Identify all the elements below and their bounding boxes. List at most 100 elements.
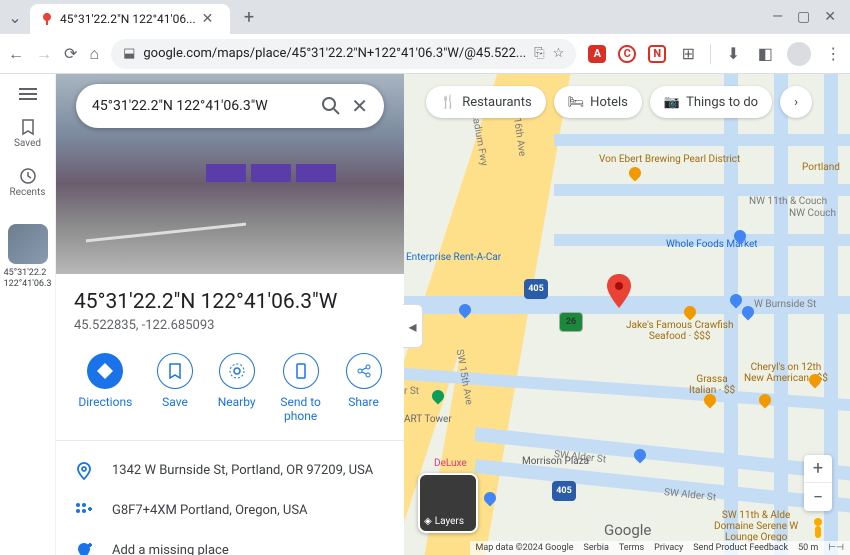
search-bar: ✕ bbox=[76, 84, 384, 128]
poi-jakes[interactable]: Jake's Famous Crawfish Seafood · $$$ bbox=[626, 320, 733, 342]
back-button[interactable]: ← bbox=[8, 44, 24, 64]
shield-i405-b: 405 bbox=[552, 481, 576, 501]
poi-domaine[interactable]: SW 11th & Alde Domaine Serene W Lounge O… bbox=[714, 510, 798, 543]
footer-terms[interactable]: Terms bbox=[619, 543, 644, 553]
recent-thumbnail[interactable]: 45°31'22.2 122°41'06.3 bbox=[0, 216, 55, 290]
address-row[interactable]: 1342 W Burnside St, Portland, OR 97209, … bbox=[56, 451, 404, 491]
browser-tab[interactable]: 45°31'22.2"N 122°41'06... ✕ bbox=[30, 4, 230, 34]
footer-scale: 50 m bbox=[798, 543, 818, 553]
road-nw-1 bbox=[554, 134, 850, 146]
chip-hotels[interactable]: 🛏Hotels bbox=[554, 86, 642, 118]
coordinates-decimal: 45.522835, -122.685093 bbox=[74, 318, 386, 333]
poi-art-tower: ART Tower bbox=[404, 414, 452, 425]
label-star: r St bbox=[404, 386, 419, 397]
google-logo: Google bbox=[604, 521, 651, 539]
kebab-menu-icon[interactable]: ⋮ bbox=[823, 44, 843, 63]
sidepanel-icon[interactable]: ◧ bbox=[755, 44, 775, 63]
forward-button[interactable]: → bbox=[36, 44, 52, 64]
layers-icon: ◈ bbox=[424, 516, 432, 527]
shield-i405-a: 405 bbox=[524, 279, 548, 299]
history-icon bbox=[19, 167, 37, 185]
pegman[interactable] bbox=[804, 515, 832, 543]
chevron-right-icon: › bbox=[794, 95, 798, 110]
restaurant-icon: 🍴 bbox=[440, 95, 456, 110]
zoom-out-button[interactable]: − bbox=[804, 483, 832, 511]
install-icon[interactable]: ⎘ bbox=[534, 46, 544, 61]
camera-icon: 📷 bbox=[664, 95, 680, 110]
poi-von-ebert[interactable]: Von Ebert Brewing Pearl District bbox=[599, 154, 740, 165]
bookmark-icon[interactable]: ☆ bbox=[553, 46, 565, 61]
poi-portland[interactable]: Portland bbox=[802, 162, 840, 173]
tab-title: 45°31'22.2"N 122°41'06... bbox=[60, 12, 196, 26]
clear-search-icon[interactable]: ✕ bbox=[351, 94, 368, 118]
poi-pin-vonebert[interactable] bbox=[627, 165, 644, 182]
streetview-thumb bbox=[8, 224, 48, 264]
new-tab-button[interactable]: + bbox=[236, 4, 262, 30]
map-canvas[interactable]: W Burnside St SW Alder St SW Alder St St… bbox=[404, 74, 850, 555]
extensions-icon[interactable]: ⊞ bbox=[678, 44, 698, 63]
tab-close-icon[interactable]: ✕ bbox=[202, 11, 214, 27]
tab-dropdown-chevron[interactable]: ⌄ bbox=[6, 8, 24, 27]
zoom-in-button[interactable]: + bbox=[804, 455, 832, 483]
label-nwcouch: NW Couch bbox=[789, 208, 836, 219]
pin-icon bbox=[74, 461, 94, 481]
saved-button[interactable]: Saved bbox=[14, 118, 41, 149]
footer-feedback[interactable]: Send Product Feedback bbox=[693, 543, 788, 553]
send-to-phone-button[interactable]: Send to phone bbox=[280, 353, 321, 424]
label-morrison: Morrison Plaza bbox=[522, 456, 589, 467]
poi-grassa[interactable]: Grassa Italian · $$ bbox=[689, 374, 735, 396]
menu-button[interactable] bbox=[19, 88, 37, 100]
footer-scalebar: ⊢⊣ bbox=[828, 543, 844, 553]
profile-avatar[interactable] bbox=[787, 42, 811, 66]
site-info-icon[interactable]: ⬓ bbox=[123, 46, 135, 61]
map-marker-primary[interactable] bbox=[606, 274, 632, 310]
search-icon[interactable] bbox=[321, 96, 341, 116]
footer-copyright: Map data ©2024 Google bbox=[476, 543, 574, 553]
chip-more[interactable]: › bbox=[780, 86, 812, 118]
minimize-icon[interactable]: — bbox=[772, 9, 783, 25]
directions-button[interactable]: Directions bbox=[78, 353, 132, 424]
phone-icon bbox=[293, 363, 309, 379]
separator bbox=[710, 44, 711, 64]
poi-deluxe[interactable]: DeLuxe bbox=[434, 458, 467, 469]
pluscode-row[interactable]: G8F7+4XM Portland, Oregon, USA bbox=[56, 491, 404, 531]
pluscode-icon bbox=[74, 501, 94, 521]
zoom-control: + − bbox=[804, 455, 832, 511]
chip-restaurants[interactable]: 🍴Restaurants bbox=[426, 86, 546, 118]
collapse-panel-button[interactable]: ◂ bbox=[403, 304, 423, 348]
label-nw11: NW 11th & Couch bbox=[749, 196, 827, 207]
save-button[interactable]: Save bbox=[157, 353, 193, 424]
ext-icon-3[interactable]: N bbox=[648, 45, 666, 63]
road-nw-2 bbox=[554, 184, 850, 196]
ext-icon-2[interactable]: C bbox=[618, 45, 636, 63]
downloads-icon[interactable]: ⬇ bbox=[723, 44, 743, 63]
url-text: google.com/maps/place/45°31'22.2"N+122°4… bbox=[143, 46, 526, 61]
layers-button[interactable]: ◈Layers bbox=[418, 473, 478, 533]
chip-things[interactable]: 📷Things to do bbox=[650, 86, 772, 118]
search-input[interactable] bbox=[92, 98, 311, 114]
footer-privacy[interactable]: Privacy bbox=[654, 543, 683, 553]
share-button[interactable]: Share bbox=[346, 353, 382, 424]
share-icon bbox=[356, 363, 372, 379]
label-burnside: W Burnside St bbox=[754, 299, 816, 310]
close-window-icon[interactable]: ✕ bbox=[824, 9, 836, 25]
maximize-icon[interactable]: ▢ bbox=[797, 9, 810, 25]
reload-button[interactable]: ⟳ bbox=[64, 44, 77, 63]
road-13th bbox=[724, 74, 738, 555]
save-icon bbox=[167, 363, 183, 379]
omnibox[interactable]: ⬓ google.com/maps/place/45°31'22.2"N+122… bbox=[111, 39, 576, 69]
add-place-icon bbox=[74, 541, 94, 555]
map-footer: Map data ©2024 Google Serbia Terms Priva… bbox=[470, 541, 850, 555]
nearby-button[interactable]: Nearby bbox=[218, 353, 256, 424]
browser-chrome: ⌄ 45°31'22.2"N 122°41'06... ✕ + — ▢ ✕ ← … bbox=[0, 0, 850, 74]
bookmark-outline-icon bbox=[19, 118, 37, 136]
footer-region[interactable]: Serbia bbox=[584, 543, 609, 553]
ext-icon-1[interactable]: A bbox=[588, 45, 606, 63]
recents-button[interactable]: Recents bbox=[10, 167, 46, 198]
left-sidebar: Saved Recents 45°31'22.2 122°41'06.3 bbox=[0, 74, 56, 555]
add-missing-place-row[interactable]: Add a missing place bbox=[56, 531, 404, 555]
gmaps-favicon bbox=[40, 12, 54, 26]
poi-enterprise[interactable]: Enterprise Rent-A-Car bbox=[406, 252, 501, 263]
home-button[interactable]: ⌂ bbox=[89, 44, 99, 64]
hotel-icon: 🛏 bbox=[568, 95, 585, 110]
